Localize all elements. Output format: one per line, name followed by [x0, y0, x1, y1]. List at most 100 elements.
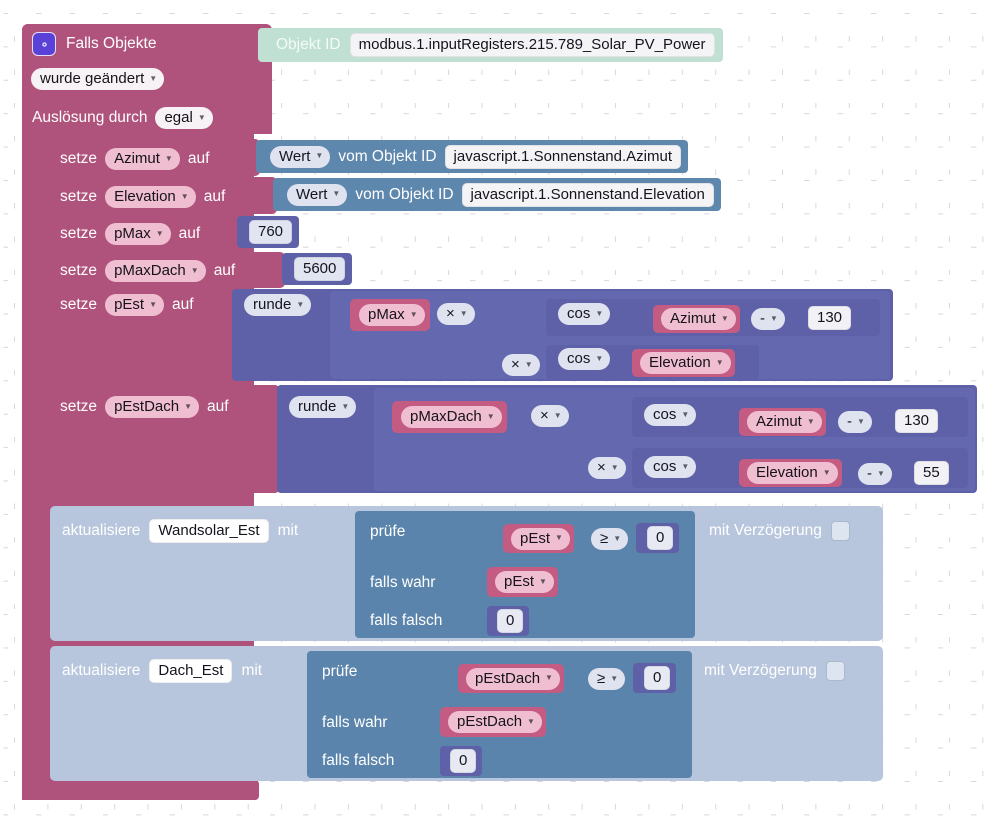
- subtract-op-dropdown-pest[interactable]: - ▼: [751, 308, 785, 330]
- variable-pmax-dropdown[interactable]: pMax ▼: [359, 304, 425, 326]
- number-block-5600[interactable]: 5600: [282, 253, 353, 285]
- compare-op-dropdown-dach[interactable]: ≥ ▼: [588, 668, 626, 690]
- update-target-field[interactable]: Dach_Est: [149, 659, 233, 683]
- chevron-down-icon: ▼: [155, 228, 164, 238]
- trigger-mode-dropdown[interactable]: wurde geändert ▼: [31, 68, 165, 90]
- variable-pest-dropdown[interactable]: pEst ▼: [511, 527, 570, 550]
- subtract-op-dropdown-elevation-pestdach[interactable]: - ▼: [858, 463, 892, 485]
- variable-block-pest-true[interactable]: pEst ▼: [487, 567, 558, 597]
- multiply-op-inner-pest[interactable]: × ▼: [502, 354, 540, 376]
- update-with-label: mit: [277, 522, 299, 539]
- get-value-azimut-block[interactable]: Wert ▼ vom Objekt ID javascript.1.Sonnen…: [256, 140, 688, 173]
- variable-block-elevation-pest[interactable]: Elevation ▼: [632, 349, 735, 377]
- number-field[interactable]: 0: [497, 609, 524, 633]
- chevron-down-icon: ▼: [524, 359, 533, 369]
- chevron-down-icon: ▼: [822, 467, 831, 477]
- variable-pestdach-dropdown[interactable]: pEstDach ▼: [466, 667, 560, 690]
- set-pestdach-variable-dropdown[interactable]: pEstDach ▼: [105, 396, 200, 418]
- set-pest-variable-dropdown[interactable]: pEst ▼: [105, 294, 164, 316]
- multiply-op-inner-pestdach[interactable]: × ▼: [588, 457, 626, 479]
- ternary-false-label-wandsolar: falls falsch: [370, 612, 443, 629]
- chevron-down-icon: ▼: [555, 533, 563, 542]
- set-pest-to-label: auf: [172, 296, 194, 313]
- cos-op-dropdown-elevation-pest[interactable]: cos ▼: [558, 348, 611, 370]
- variable-azimut-dropdown[interactable]: Azimut ▼: [747, 411, 822, 433]
- number-block-0-false-dach[interactable]: 0: [440, 746, 483, 776]
- chevron-down-icon: ▼: [613, 533, 622, 543]
- variable-azimut-dropdown[interactable]: Azimut ▼: [661, 308, 736, 330]
- chevron-down-icon: ▼: [409, 309, 418, 319]
- variable-block-pestdach-true[interactable]: pEstDach ▼: [440, 707, 546, 737]
- update-wandsolar-row: aktualisiere Wandsolar_Est mit: [62, 519, 298, 543]
- get-value-selector-dropdown[interactable]: Wert ▼: [270, 145, 331, 168]
- set-elevation-to-label: auf: [203, 188, 226, 205]
- number-block-130-pest[interactable]: 130: [797, 304, 858, 332]
- chevron-down-icon: ▼: [486, 411, 495, 421]
- variable-pestdach-dropdown[interactable]: pEstDach ▼: [448, 711, 542, 733]
- number-block-760[interactable]: 760: [237, 216, 300, 248]
- variable-pest-dropdown[interactable]: pEst ▼: [495, 571, 554, 593]
- variable-block-pestdach-test[interactable]: pEstDach ▼: [458, 664, 564, 693]
- number-block-55-pestdach[interactable]: 55: [903, 459, 955, 487]
- number-field[interactable]: 0: [450, 749, 477, 773]
- set-pmaxdach-variable: pMaxDach: [114, 262, 186, 279]
- set-pmax-variable-dropdown[interactable]: pMax ▼: [105, 223, 171, 245]
- variable-elevation-dropdown[interactable]: Elevation ▼: [747, 462, 838, 484]
- trigger-by-label: Auslösung durch: [32, 109, 148, 126]
- number-block-0-test-dach[interactable]: 0: [633, 663, 677, 693]
- get-value-selector-dropdown[interactable]: Wert ▼: [287, 183, 348, 206]
- variable-pmaxdach-dropdown[interactable]: pMaxDach ▼: [401, 406, 502, 428]
- variable-block-elevation-pestdach[interactable]: Elevation ▼: [739, 459, 842, 487]
- chevron-down-icon: ▼: [553, 410, 562, 420]
- trigger-by-dropdown[interactable]: egal ▼: [155, 107, 213, 129]
- cos-op-dropdown-azimut-pestdach[interactable]: cos ▼: [644, 404, 697, 426]
- chevron-down-icon: ▼: [720, 313, 729, 323]
- variable-block-azimut-pest[interactable]: Azimut ▼: [653, 305, 740, 333]
- get-value-elevation-block[interactable]: Wert ▼ vom Objekt ID javascript.1.Sonnen…: [273, 178, 721, 211]
- number-block-130-pestdach[interactable]: 130: [884, 407, 945, 435]
- cos-op-dropdown-elevation-pestdach[interactable]: cos ▼: [644, 456, 697, 478]
- delay-checkbox[interactable]: [825, 661, 845, 681]
- compare-op-dropdown-wandsolar[interactable]: ≥ ▼: [591, 528, 629, 550]
- object-id-field[interactable]: modbus.1.inputRegisters.215.789_Solar_PV…: [349, 33, 715, 57]
- get-value-label: vom Objekt ID: [338, 147, 437, 165]
- number-field[interactable]: 0: [644, 666, 671, 690]
- variable-pest-label: pEst: [504, 573, 535, 590]
- update-target-field[interactable]: Wandsolar_Est: [149, 519, 269, 543]
- number-field[interactable]: 760: [249, 220, 293, 244]
- variable-block-pmaxdach[interactable]: pMaxDach ▼: [392, 401, 507, 433]
- number-block-0-test-wandsolar[interactable]: 0: [636, 523, 680, 553]
- get-value-object-id[interactable]: javascript.1.Sonnenstand.Elevation: [461, 182, 714, 207]
- cos-op-dropdown-azimut-pest[interactable]: cos ▼: [558, 303, 611, 325]
- chevron-down-icon: ▼: [149, 299, 157, 309]
- subtract-op-dropdown-azimut-pestdach[interactable]: - ▼: [838, 411, 872, 433]
- delay-checkbox[interactable]: [830, 521, 850, 541]
- number-field[interactable]: 5600: [294, 257, 346, 281]
- variable-block-pmax[interactable]: pMax ▼: [350, 299, 430, 331]
- number-field[interactable]: 0: [647, 526, 674, 550]
- chevron-down-icon: ▼: [681, 461, 690, 471]
- event-block-title-row: Falls Objekte: [32, 32, 156, 56]
- round-op-dropdown-pest[interactable]: runde ▼: [244, 294, 312, 316]
- multiply-op-label: ×: [597, 459, 606, 476]
- number-field[interactable]: 55: [914, 461, 949, 485]
- blockly-workspace[interactable]: Falls Objekte wurde geändert ▼ Auslösung…: [0, 0, 1001, 823]
- variable-elevation-dropdown[interactable]: Elevation ▼: [640, 352, 731, 374]
- number-field[interactable]: 130: [895, 409, 939, 433]
- gear-icon[interactable]: [32, 32, 56, 56]
- object-id-block[interactable]: Objekt ID modbus.1.inputRegisters.215.78…: [258, 28, 723, 62]
- get-value-object-id[interactable]: javascript.1.Sonnenstand.Azimut: [444, 144, 681, 169]
- set-pmaxdach-variable-dropdown[interactable]: pMaxDach ▼: [105, 260, 206, 282]
- variable-block-azimut-pestdach[interactable]: Azimut ▼: [739, 408, 826, 436]
- variable-block-pest-test[interactable]: pEst ▼: [503, 524, 574, 553]
- set-elevation-variable-dropdown[interactable]: Elevation ▼: [105, 186, 196, 208]
- round-op-dropdown-pestdach[interactable]: runde ▼: [289, 396, 357, 418]
- multiply-op-outer-pestdach[interactable]: × ▼: [531, 405, 569, 427]
- variable-elevation-label: Elevation: [649, 354, 711, 371]
- set-pmax-to-label: auf: [178, 225, 201, 242]
- number-block-0-false-wandsolar[interactable]: 0: [487, 606, 530, 636]
- set-keyword: setze: [60, 262, 98, 279]
- number-field[interactable]: 130: [808, 306, 852, 330]
- multiply-op-outer-pest[interactable]: × ▼: [437, 303, 475, 325]
- set-azimut-variable-dropdown[interactable]: Azimut ▼: [105, 148, 180, 170]
